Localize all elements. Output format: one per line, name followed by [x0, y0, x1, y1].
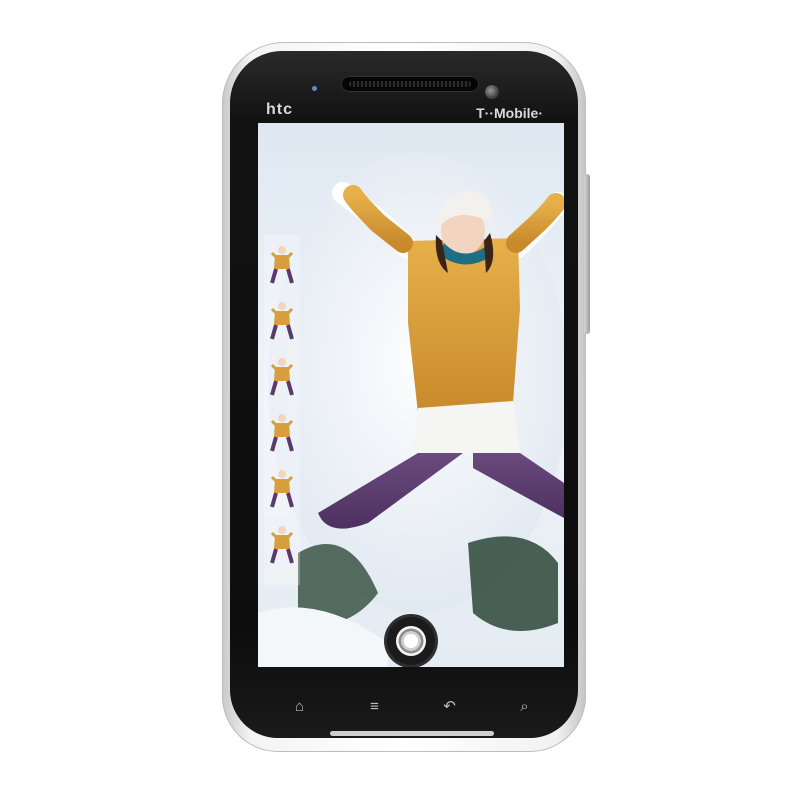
search-icon[interactable]: ⌕	[505, 688, 545, 724]
back-icon[interactable]: ↶	[430, 688, 470, 724]
camera-shutter-icon[interactable]	[387, 617, 435, 665]
burst-thumbnail[interactable]	[268, 411, 296, 457]
volume-button[interactable]	[584, 174, 590, 334]
burst-thumbnail[interactable]	[268, 243, 296, 289]
carrier-logo: T··Mobile·	[476, 105, 543, 121]
front-bezel: htc T··Mobile· ⌂ ≡ ↶ ⌕	[230, 51, 578, 738]
capacitive-nav-bar: ⌂ ≡ ↶ ⌕	[262, 686, 562, 726]
brand-logo: htc	[266, 101, 293, 118]
camera-viewfinder-photo	[258, 123, 564, 667]
phone: htc T··Mobile· ⌂ ≡ ↶ ⌕	[222, 42, 590, 752]
home-icon[interactable]: ⌂	[280, 688, 320, 724]
burst-thumbnail[interactable]	[268, 523, 296, 569]
earpiece	[341, 76, 479, 92]
burst-thumbnail[interactable]	[268, 355, 296, 401]
status-led	[312, 86, 317, 91]
earpiece-grille	[349, 81, 471, 87]
shrub-right	[468, 536, 558, 631]
bottom-chin-strip	[330, 731, 494, 736]
burst-thumbnail[interactable]	[268, 299, 296, 345]
menu-icon[interactable]: ≡	[355, 688, 395, 724]
screen	[258, 123, 564, 667]
white-skirt	[413, 401, 520, 458]
burst-thumbnail-strip[interactable]	[264, 235, 300, 585]
shutter-ring	[396, 626, 426, 656]
burst-thumbnail[interactable]	[268, 467, 296, 513]
front-camera	[485, 85, 499, 99]
